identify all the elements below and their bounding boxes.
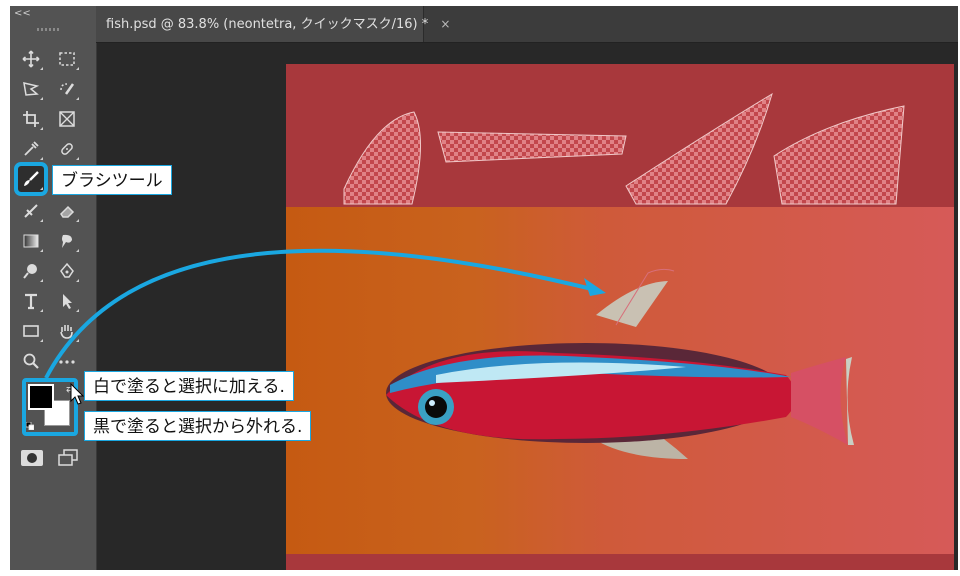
mouse-cursor-icon — [70, 383, 84, 405]
callout-arrow — [44, 248, 606, 379]
brush-tool-callout: ブラシツール — [52, 165, 172, 195]
black-paint-callout: 黒で塗ると選択から外れる. — [84, 411, 312, 441]
white-paint-callout: 白で塗ると選択に加える. — [84, 371, 294, 401]
